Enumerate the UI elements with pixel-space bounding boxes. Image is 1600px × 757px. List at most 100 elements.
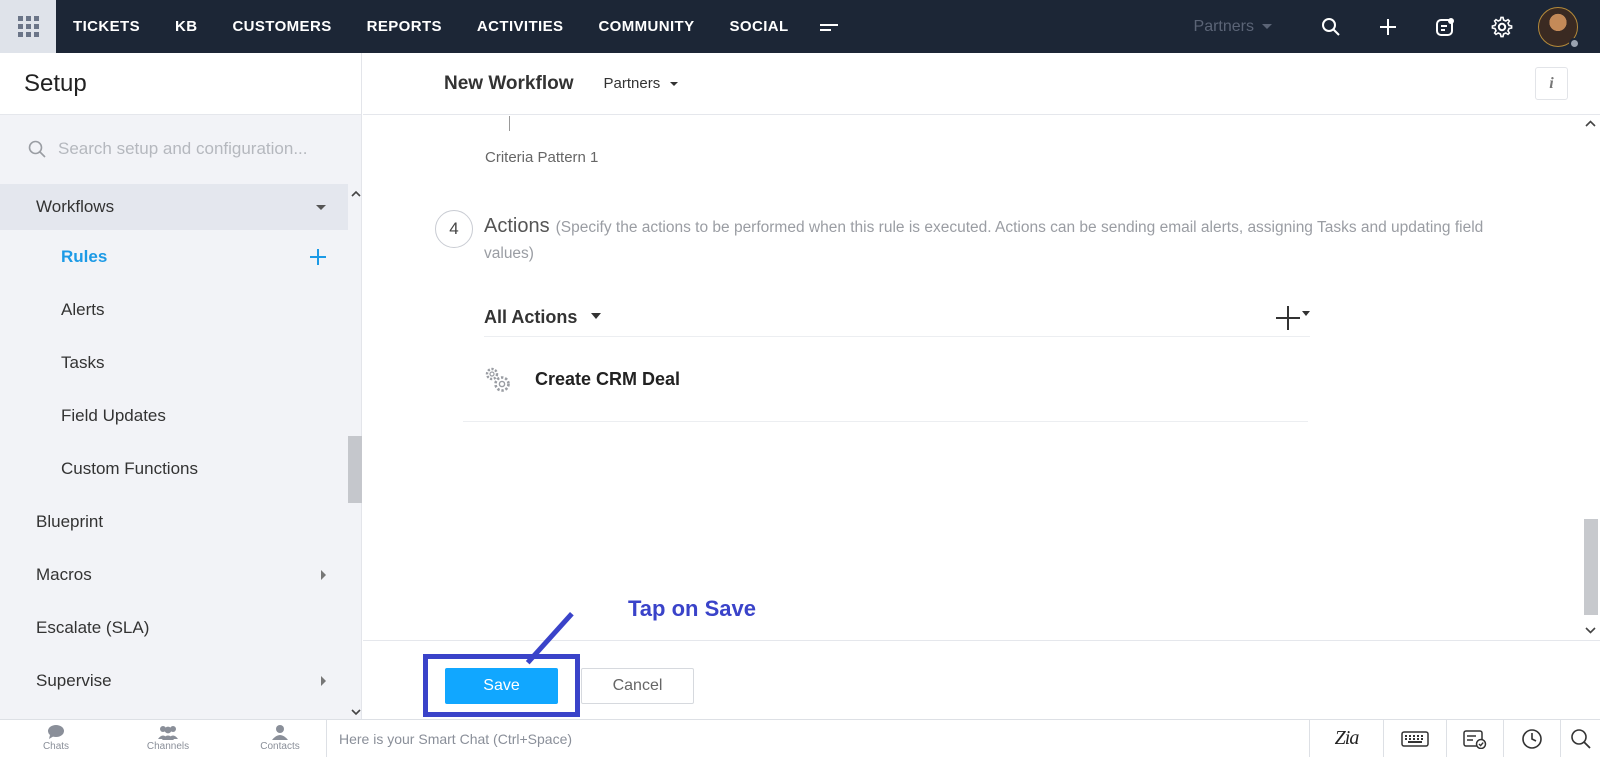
- setup-search: [0, 115, 361, 183]
- department-dropdown[interactable]: Partners: [604, 75, 679, 92]
- add-rule-icon[interactable]: [310, 248, 326, 265]
- chevron-down-icon: [670, 81, 679, 86]
- actions-description: (Specify the actions to be performed whe…: [484, 219, 1484, 262]
- sidebar-item-workflows[interactable]: Workflows: [0, 184, 348, 230]
- department-label: Partners: [603, 75, 661, 92]
- page-title: New Workflow: [444, 72, 574, 94]
- chevron-up-icon[interactable]: [1585, 120, 1596, 127]
- apps-grid-icon[interactable]: [0, 0, 56, 53]
- chevron-down-icon: [1262, 24, 1272, 29]
- main-header: New Workflow Partners i: [363, 53, 1600, 115]
- sidebar-item-label: Macros: [36, 564, 92, 584]
- actions-section-heading: Actions (Specify the actions to be perfor…: [484, 213, 1484, 267]
- all-actions-dropdown[interactable]: All Actions: [484, 307, 602, 328]
- action-item-label: Create CRM Deal: [535, 369, 681, 389]
- nav-tab-community[interactable]: COMMUNITY: [598, 18, 694, 35]
- top-navigation: TICKETS KB CUSTOMERS REPORTS ACTIVITIES …: [0, 0, 1600, 53]
- all-actions-label: All Actions: [484, 307, 578, 327]
- sidebar-item-rules[interactable]: Rules: [0, 230, 348, 283]
- chevron-right-icon: [321, 569, 326, 580]
- sidebar-item-escalate-sla[interactable]: Escalate (SLA): [0, 601, 348, 654]
- setup-search-input[interactable]: [58, 139, 328, 159]
- setup-sidebar: Setup Workflows Rules Alerts Tasks Field…: [0, 53, 362, 719]
- all-actions-header: All Actions: [484, 299, 1310, 337]
- search-icon[interactable]: [1302, 0, 1359, 53]
- sidebar-item-supervise[interactable]: Supervise: [0, 654, 348, 707]
- zia-icon: Zia: [1334, 727, 1360, 749]
- sidebar-item-label: Alerts: [61, 299, 105, 319]
- bottom-tab-contacts[interactable]: Contacts: [224, 720, 336, 757]
- chat-bubble-icon: [48, 725, 64, 739]
- department-switcher[interactable]: Partners: [1194, 18, 1272, 36]
- sidebar-item-label: Rules: [61, 246, 108, 266]
- sidebar-scrollbar-thumb[interactable]: [348, 436, 362, 503]
- sidebar-item-field-updates[interactable]: Field Updates: [0, 389, 348, 442]
- presence-status-icon: [1569, 37, 1580, 49]
- annotation-highlight-box: [423, 654, 580, 717]
- sidebar-item-tasks[interactable]: Tasks: [0, 336, 348, 389]
- zia-button[interactable]: Zia: [1309, 720, 1383, 757]
- sidebar-item-label: Field Updates: [61, 405, 166, 425]
- chevron-up-icon[interactable]: [351, 190, 361, 197]
- smart-chat-input[interactable]: [327, 730, 927, 747]
- chevron-down-icon: [1302, 311, 1310, 316]
- step-number: 4: [435, 210, 473, 248]
- gear-icon[interactable]: [1473, 0, 1530, 53]
- action-item-create-crm-deal[interactable]: Create CRM Deal: [463, 338, 1308, 422]
- sidebar-item-label: Custom Functions: [61, 458, 198, 478]
- actions-title: Actions: [484, 215, 550, 237]
- criteria-connector: [509, 116, 510, 131]
- cancel-button[interactable]: Cancel: [581, 668, 694, 704]
- nav-tab-activities[interactable]: ACTIVITIES: [477, 18, 564, 35]
- nav-tab-customers[interactable]: CUSTOMERS: [232, 18, 331, 35]
- annotation-callout: Tap on Save: [628, 596, 756, 621]
- chevron-down-icon: [591, 312, 602, 319]
- task-checklist-icon[interactable]: [1446, 720, 1503, 757]
- chevron-down-icon[interactable]: [351, 709, 361, 716]
- search-icon: [28, 140, 46, 158]
- main-scrollbar[interactable]: [1582, 116, 1600, 638]
- nav-right: Partners: [1194, 0, 1600, 53]
- more-menu-icon[interactable]: [819, 21, 838, 33]
- chevron-down-icon[interactable]: [1585, 627, 1596, 634]
- sidebar-item-label: Workflows: [36, 197, 115, 216]
- sidebar-item-blueprint[interactable]: Blueprint: [0, 495, 348, 548]
- search-icon[interactable]: [1560, 720, 1600, 757]
- nav-tab-tickets[interactable]: TICKETS: [73, 18, 140, 35]
- criteria-pattern: Criteria Pattern 1: [485, 149, 599, 166]
- bottom-tab-label: Chats: [42, 741, 70, 752]
- plus-icon[interactable]: [1359, 0, 1416, 53]
- nav-tab-kb[interactable]: KB: [175, 18, 197, 35]
- sidebar-scrollbar[interactable]: [348, 184, 362, 720]
- contact-person-icon: [272, 725, 288, 740]
- nav-tab-reports[interactable]: REPORTS: [367, 18, 442, 35]
- group-icon: [158, 726, 178, 740]
- bottom-tab-channels[interactable]: Channels: [112, 720, 224, 757]
- avatar[interactable]: [1538, 6, 1580, 49]
- chevron-right-icon: [321, 675, 326, 686]
- keyboard-icon[interactable]: [1383, 720, 1446, 757]
- main-scrollbar-thumb[interactable]: [1584, 519, 1598, 615]
- bottom-tab-chats[interactable]: Chats: [0, 720, 112, 757]
- info-button[interactable]: i: [1535, 67, 1568, 100]
- bottom-tab-label: Contacts: [260, 741, 300, 752]
- nav-tab-social[interactable]: SOCIAL: [730, 18, 789, 35]
- sidebar-item-macros[interactable]: Macros: [0, 548, 348, 601]
- plus-icon: [1276, 305, 1300, 330]
- sidebar-item-label: Supervise: [36, 670, 112, 690]
- smart-chat-bar: [326, 720, 1316, 757]
- sidebar-item-alerts[interactable]: Alerts: [0, 283, 348, 336]
- clock-icon[interactable]: [1503, 720, 1560, 757]
- info-icon: i: [1549, 74, 1554, 92]
- chevron-down-icon: [316, 204, 326, 210]
- bottom-bar-tools: Zia: [1309, 720, 1600, 757]
- sidebar-header: Setup: [0, 53, 361, 115]
- department-label: Partners: [1193, 17, 1254, 35]
- custom-function-gears-icon: [485, 367, 510, 392]
- bottom-tab-label: Channels: [146, 741, 190, 752]
- bottom-bar: Chats Channels Contacts Zia: [0, 719, 1600, 757]
- notes-icon[interactable]: [1416, 0, 1473, 53]
- sidebar-item-custom-functions[interactable]: Custom Functions: [0, 442, 348, 495]
- add-action-button[interactable]: [1276, 305, 1310, 330]
- workflow-form: Criteria Pattern 1 4 Actions (Specify the…: [363, 116, 1581, 638]
